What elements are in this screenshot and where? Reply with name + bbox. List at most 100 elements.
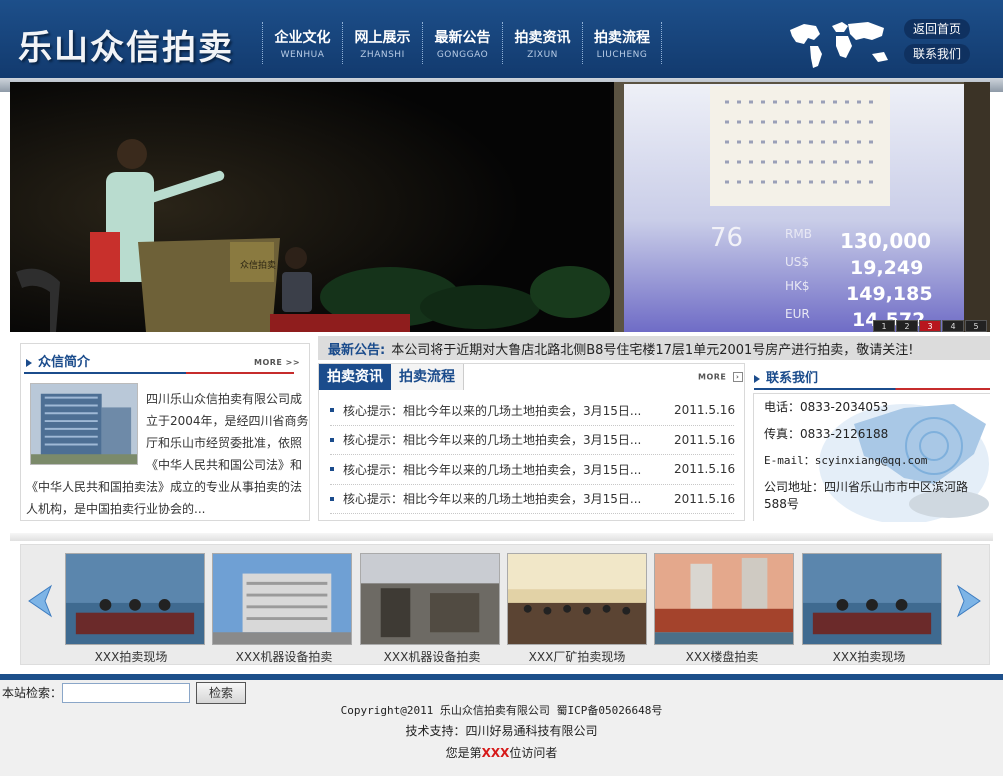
nav-sublabel: ZIXUN [527,49,558,60]
tech-support-text: 技术支持：四川好易通科技有限公司 [405,724,598,738]
news-title[interactable]: 核心提示：相比今年以来的几场土地拍卖会，3月15日... [343,431,674,448]
intro-title: 众信简介 [38,355,91,370]
intro-title-wrap: 众信简介 [26,351,90,370]
news-item[interactable]: 核心提示：相比今年以来的几场土地拍卖会，3月15日... 2011.5.16 [330,455,736,485]
gallery-thumb-5[interactable] [654,553,794,645]
hero-banner[interactable]: 众信拍卖 76 RMB 130,000 US$ 19,249 HK$ 149,1… [10,82,990,332]
gallery-caption[interactable]: XXX拍卖现场 [61,648,201,665]
search-button[interactable]: 检索 [196,682,246,704]
section-arrow-icon [754,374,760,383]
gallery-prev-arrow-icon[interactable] [23,584,55,618]
site-logo[interactable]: 乐山众信拍卖 [18,20,234,69]
visitor-counter: 您是第XXX位访问者 [0,744,1003,761]
main-nav: 企业文化 WENHUA 网上展示 ZHANSHI 最新公告 GONGGAO 拍卖… [262,22,662,64]
nav-item-zhanshi[interactable]: 网上展示 ZHANSHI [342,22,422,64]
screen-lot-number: 76 [710,223,743,253]
nav-item-zixun[interactable]: 拍卖资讯 ZIXUN [502,22,582,64]
section-arrow-icon [26,358,32,367]
screen-currency: US$ [785,255,809,269]
screen-value: 130,000 [840,229,931,253]
news-more-label: MORE [698,372,727,382]
contact-address: 公司地址：四川省乐山市市中区滨河路588号 [764,480,969,511]
podium-text: 众信拍卖 [240,259,276,271]
nav-label: 拍卖资讯 [514,29,571,46]
contact-email[interactable]: E-mail：scyinxiang@qq.com [764,452,984,468]
screen-currency: HK$ [785,279,810,293]
gallery-thumb-6[interactable] [802,553,942,645]
visitor-suffix: 位访问者 [509,746,558,760]
nav-sublabel: ZHANSHI [360,49,405,60]
slide-pager: 1 2 3 4 5 [872,320,987,332]
gallery-thumb-2[interactable] [212,553,352,645]
bullet-icon [330,467,334,472]
intro-text-block: 四川乐山众信拍卖有限公司成立于2004年，是经四川省商务厅和乐山市经贸委批准，依… [26,388,311,520]
news-more-link[interactable]: MORE › [698,372,743,382]
screen-currency: RMB [785,227,812,241]
gallery-thumb-4[interactable] [507,553,647,645]
bullet-icon [330,437,334,442]
nav-sublabel: WENHUA [280,49,325,60]
news-tabs: 拍卖资讯 拍卖流程 [319,364,464,390]
notice-bar[interactable]: 最新公告: 本公司将于近期对大鲁店北路北侧B8号住宅楼17层1单元2001号房产… [318,336,990,360]
nav-item-wenhua[interactable]: 企业文化 WENHUA [262,22,342,64]
home-link[interactable]: 返回首页 [904,19,970,39]
news-title[interactable]: 核心提示：相比今年以来的几场土地拍卖会，3月15日... [343,490,674,507]
screen-value: 149,185 [846,283,933,305]
news-date: 2011.5.16 [674,462,736,477]
notice-text[interactable]: 本公司将于近期对大鲁店北路北侧B8号住宅楼17层1单元2001号房产进行拍卖，敬… [391,339,913,358]
gallery-thumb-3[interactable] [360,553,500,645]
nav-label: 网上展示 [354,29,411,46]
nav-sublabel: GONGGAO [436,49,489,60]
tab-auction-process[interactable]: 拍卖流程 [391,364,464,390]
nav-item-liucheng[interactable]: 拍卖流程 LIUCHENG [582,22,662,64]
chevron-right-icon: › [732,372,743,382]
contact-link[interactable]: 联系我们 [904,44,970,64]
visitor-count: XXX [481,746,510,760]
notice-label: 最新公告: [328,342,386,358]
nav-label: 企业文化 [274,29,331,46]
contact-info: 电话：0833-2034053 传真：0833-2126188 E-mail：s… [764,398,984,522]
visitor-prefix: 您是第 [445,746,482,760]
gallery-caption[interactable]: XXX楼盘拍卖 [652,648,792,665]
title-underline [754,388,990,390]
slide-dot-4[interactable]: 4 [942,320,964,332]
news-item[interactable]: 核心提示：相比今年以来的几场土地拍卖会，3月15日... 2011.5.16 [330,426,736,455]
intro-more-link[interactable]: MORE >> [254,358,300,367]
contact-phone: 电话：0833-2034053 [764,400,889,414]
news-date: 2011.5.16 [674,491,736,506]
gallery-caption[interactable]: XXX机器设备拍卖 [362,648,502,665]
nav-sublabel: LIUCHENG [596,49,648,60]
slide-dot-3[interactable]: 3 [919,320,941,332]
news-item[interactable]: 核心提示：相比今年以来的几场土地拍卖会，3月15日... 2011.5.16 [330,485,736,514]
image-spacer [26,388,146,474]
nav-item-gonggao[interactable]: 最新公告 GONGGAO [422,22,502,64]
contact-fax: 传真：0833-2126188 [764,427,889,441]
gallery-next-arrow-icon[interactable] [954,584,986,618]
nav-label: 最新公告 [434,29,491,46]
search-input[interactable] [62,683,190,703]
search-label: 本站检索： [2,686,63,700]
gallery-thumb-1[interactable] [65,553,205,645]
divider [10,533,993,541]
news-title[interactable]: 核心提示：相比今年以来的几场土地拍卖会，3月15日... [343,461,674,478]
news-item[interactable]: 核心提示：相比今年以来的几场土地拍卖会，3月15日... 2011.5.16 [330,396,736,426]
news-date: 2011.5.16 [674,403,736,418]
tab-auction-news[interactable]: 拍卖资讯 [319,364,391,390]
slide-dot-1[interactable]: 1 [873,320,895,332]
bullet-icon [330,496,334,501]
slide-dot-5[interactable]: 5 [965,320,987,332]
gallery-caption[interactable]: XXX拍卖现场 [799,648,939,665]
gallery-caption[interactable]: XXX厂矿拍卖现场 [507,648,647,665]
title-underline [24,372,294,374]
news-date: 2011.5.16 [674,432,736,447]
contact-title-wrap: 联系我们 [754,367,818,386]
slide-dot-2[interactable]: 2 [896,320,918,332]
copyright-text: Copyright@2011 乐山众信拍卖有限公司 蜀ICP备05026648号 [340,704,663,717]
gallery-caption[interactable]: XXX机器设备拍卖 [214,648,354,665]
nav-label: 拍卖流程 [594,29,650,46]
screen-currency: EUR [785,307,810,321]
contact-title: 联系我们 [766,371,819,386]
world-map-icon [790,22,888,68]
auction-scene-image: 众信拍卖 76 RMB 130,000 US$ 19,249 HK$ 149,1… [10,82,990,332]
news-title[interactable]: 核心提示：相比今年以来的几场土地拍卖会，3月15日... [343,402,674,419]
